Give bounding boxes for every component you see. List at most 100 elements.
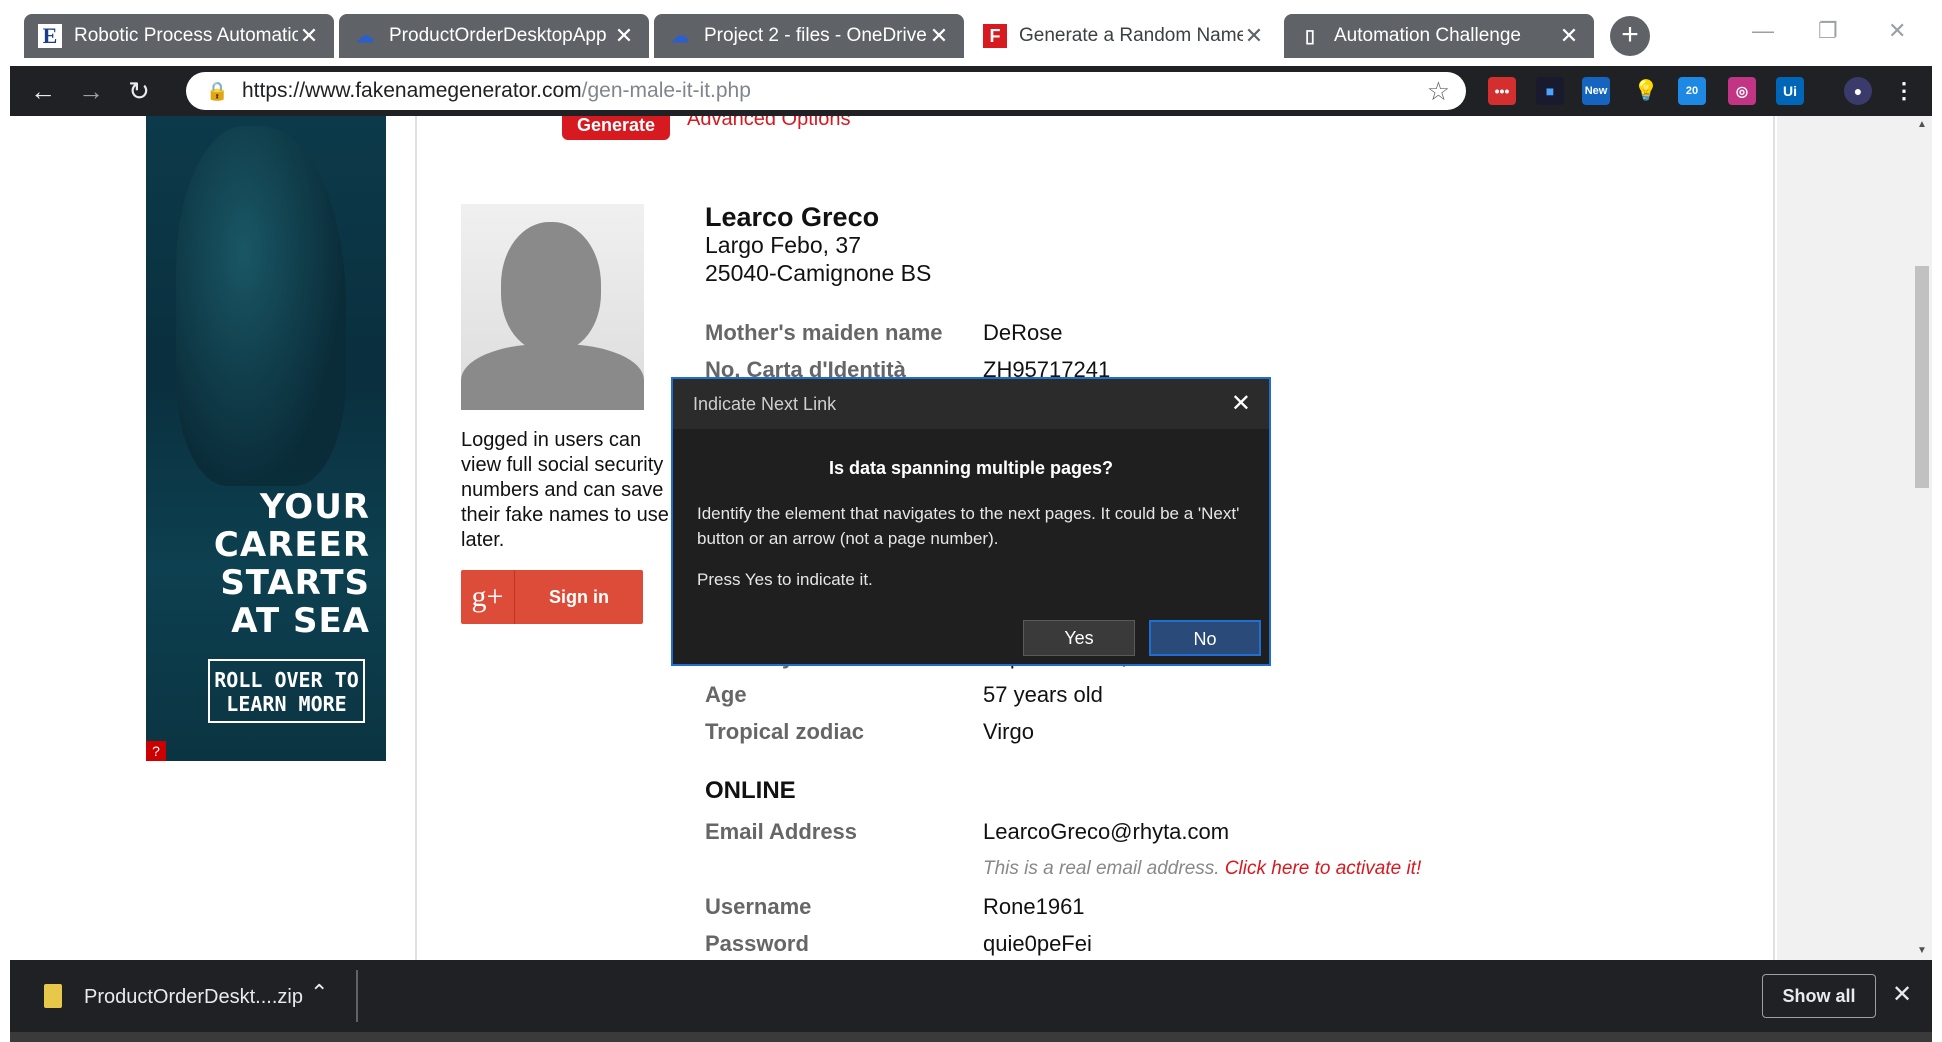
onedrive-cloud-icon: ☁: [356, 25, 374, 46]
zip-file-icon: [44, 984, 62, 1008]
document-icon: ▯: [1305, 25, 1315, 46]
dialog-press-note: Press Yes to indicate it.: [697, 570, 873, 589]
download-bar-close-icon[interactable]: ✕: [1892, 980, 1912, 1009]
url-host: https://www.fakenamegenerator.com: [242, 79, 582, 102]
scroll-down-arrow-icon[interactable]: ▼: [1912, 942, 1932, 960]
profile-avatar-icon[interactable]: ●: [1844, 77, 1872, 105]
ad-headline-line: CAREER: [213, 525, 370, 565]
yes-button[interactable]: Yes: [1023, 620, 1135, 656]
no-button[interactable]: No: [1149, 620, 1261, 656]
uipath-label: Ui: [1783, 83, 1797, 99]
age-value: 57 years old: [983, 682, 1103, 707]
avatar-body: [461, 344, 644, 410]
extension-dots-icon[interactable]: •••: [1488, 77, 1516, 105]
address-city: 25040-Camignone BS: [705, 260, 932, 286]
menu-kebab-icon[interactable]: ⋮: [1890, 77, 1918, 105]
letter-e-icon: E: [38, 23, 62, 48]
activate-email-link[interactable]: Click here to activate it!: [1225, 858, 1421, 879]
mothers-maiden-label: Mother's maiden name: [705, 320, 943, 345]
ad-cta-line: ROLL OVER TO: [214, 668, 359, 692]
tab-productorderdesktopapp[interactable]: ☁ ProductOrderDesktopApp ✕: [339, 14, 649, 58]
close-icon[interactable]: ✕: [298, 23, 320, 49]
lock-icon: 🔒: [206, 80, 229, 101]
tab-generate-random-name[interactable]: F Generate a Random Name ✕: [969, 14, 1279, 58]
dialog-description: Identify the element that navigates to t…: [697, 504, 1240, 548]
ad-cta-line: LEARN MORE: [226, 692, 347, 716]
close-icon[interactable]: ✕: [928, 23, 950, 49]
new-tab-button[interactable]: +: [1610, 16, 1650, 56]
password-value: quie0peFei: [983, 931, 1092, 956]
dialog-title: Indicate Next Link: [693, 393, 837, 414]
age-label: Age: [705, 682, 747, 707]
tab-title: Project 2 - files - OneDrive: [704, 25, 927, 46]
ad-learn-more-button[interactable]: ROLL OVER TO LEARN MORE: [208, 659, 365, 723]
ad-headline: YOUR CAREER STARTS AT SEA: [214, 488, 370, 640]
scroll-up-arrow-icon[interactable]: ▲: [1912, 116, 1932, 134]
extension-new-icon[interactable]: New: [1582, 77, 1610, 105]
right-gutter: [1777, 116, 1922, 960]
tab-robotic-process-automation[interactable]: E Robotic Process Automation ✕: [24, 14, 334, 58]
minimize-icon[interactable]: —: [1752, 18, 1774, 44]
extension-square-icon[interactable]: ■: [1536, 77, 1564, 105]
show-all-button[interactable]: Show all: [1762, 974, 1876, 1018]
tab-title: ProductOrderDesktopApp: [389, 25, 607, 46]
tab-title: Generate a Random Name: [1019, 25, 1243, 46]
dialog-question: Is data spanning multiple pages?: [828, 458, 1114, 478]
address-street: Largo Febo, 37: [705, 232, 862, 258]
advanced-options-link[interactable]: Advanced Options: [687, 116, 850, 131]
download-bar: ProductOrderDeskt....zip ⌃ Show all ✕: [10, 960, 1932, 1032]
reload-icon[interactable]: ↻: [122, 74, 156, 108]
browser-toolbar: ← → ↻ 🔒 https://www.fakenamegenerator.co…: [10, 66, 1932, 116]
tab-title: Robotic Process Automation: [74, 25, 298, 46]
close-icon[interactable]: ✕: [1243, 23, 1265, 49]
letter-f-icon: F: [983, 24, 1007, 48]
generate-button[interactable]: Generate: [562, 116, 670, 140]
ad-headline-line: AT SEA: [231, 601, 370, 641]
email-note: This is a real email address. Click here…: [983, 858, 1421, 880]
dialog-close-icon[interactable]: ✕: [1231, 389, 1251, 418]
tab-project-2-files[interactable]: ☁ Project 2 - files - OneDrive ✕: [654, 14, 964, 58]
download-file-name[interactable]: ProductOrderDeskt....zip: [84, 986, 303, 1009]
tropical-zodiac-value: Virgo: [983, 719, 1034, 744]
dialog-titlebar: Indicate Next Link: [673, 379, 1269, 429]
tab-automation-challenge[interactable]: ▯ Automation Challenge ✕: [1284, 14, 1594, 58]
back-arrow-icon[interactable]: ←: [26, 74, 60, 108]
extension-count-label: 20: [1685, 85, 1699, 97]
instagram-icon[interactable]: ◎: [1728, 77, 1756, 105]
extension-counter-icon[interactable]: 20: [1678, 77, 1706, 105]
uipath-icon[interactable]: Ui: [1776, 77, 1804, 105]
ad-headline-line: STARTS: [220, 563, 370, 603]
bookmark-star-icon[interactable]: ☆: [1427, 76, 1450, 107]
career-ad-banner[interactable]: YOUR CAREER STARTS AT SEA ROLL OVER TO L…: [146, 116, 386, 761]
address-bar[interactable]: 🔒 https://www.fakenamegenerator.com/gen-…: [186, 72, 1466, 110]
google-plus-icon: g+: [461, 570, 515, 624]
signin-label: Sign in: [549, 586, 609, 607]
window-close-icon[interactable]: ✕: [1888, 18, 1906, 44]
tropical-zodiac-label: Tropical zodiac: [705, 719, 864, 744]
online-section-heading: ONLINE: [705, 777, 796, 804]
close-icon[interactable]: ✕: [613, 23, 635, 49]
password-label: Password: [705, 931, 809, 956]
vertical-scrollbar[interactable]: ▲ ▼: [1912, 116, 1932, 960]
email-value: LearcoGreco@rhyta.com: [983, 819, 1230, 844]
extension-bulb-icon[interactable]: 💡: [1632, 77, 1660, 105]
extension-new-label: New: [1584, 85, 1608, 97]
mothers-maiden-value: DeRose: [983, 320, 1063, 345]
taskbar-strip: [10, 1032, 1932, 1042]
person-name: Learco Greco: [705, 202, 880, 232]
chevron-up-icon[interactable]: ⌃: [310, 980, 328, 1006]
google-plus-signin-button[interactable]: g+ Sign in: [461, 570, 643, 624]
username-value: Rone1961: [983, 894, 1085, 919]
ad-help-icon[interactable]: ?: [146, 741, 166, 761]
forward-arrow-icon[interactable]: →: [74, 74, 108, 108]
tab-strip: E Robotic Process Automation ✕ ☁ Product…: [0, 0, 1942, 66]
close-icon[interactable]: ✕: [1558, 23, 1580, 49]
scrollbar-thumb[interactable]: [1915, 266, 1929, 488]
indicate-next-link-dialog: Indicate Next Link ✕ Is data spanning mu…: [671, 377, 1271, 666]
ad-headline-line: YOUR: [259, 487, 370, 527]
username-label: Username: [705, 894, 812, 919]
ad-image: [176, 126, 346, 486]
download-divider: [356, 970, 358, 1022]
restore-icon[interactable]: ❐: [1818, 18, 1838, 44]
left-gutter: YOUR CAREER STARTS AT SEA ROLL OVER TO L…: [10, 116, 415, 960]
